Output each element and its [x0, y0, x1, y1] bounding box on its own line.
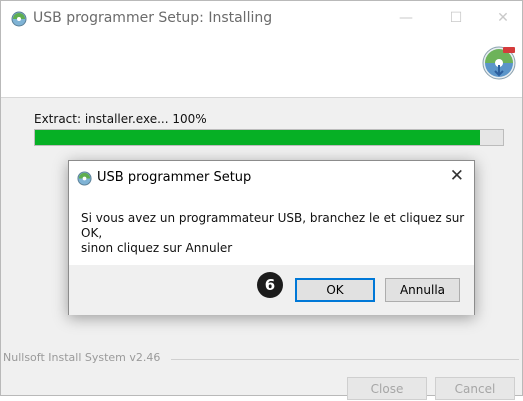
dialog-title: USB programmer Setup	[97, 170, 252, 185]
progress-bar	[34, 129, 504, 146]
nsis-brand-label: Nullsoft Install System v2.46	[3, 351, 167, 364]
title-bar: USB programmer Setup: Installing — ☐ ✕	[1, 1, 522, 37]
step-number-badge: 6	[257, 272, 283, 298]
annulla-button[interactable]: Annulla	[385, 278, 460, 302]
cancel-button[interactable]: Cancel	[435, 377, 515, 400]
installer-disc-icon	[11, 11, 27, 27]
close-window-button[interactable]: ✕	[493, 8, 513, 28]
dialog-button-bar: 6 OK Annulla	[69, 265, 474, 315]
footer-divider	[171, 359, 519, 360]
installer-disc-icon	[77, 171, 92, 186]
dialog-message-line2: sinon cliquez sur Annuler	[81, 241, 233, 255]
progress-bar-fill	[35, 130, 480, 145]
extract-status-text: Extract: installer.exe... 100%	[34, 112, 207, 126]
close-button[interactable]: Close	[347, 377, 427, 400]
ok-button[interactable]: OK	[295, 278, 375, 302]
dialog-close-icon[interactable]: ✕	[450, 166, 464, 186]
window-title: USB programmer Setup: Installing	[33, 10, 273, 26]
dialog-message: Si vous avez un programmateur USB, branc…	[81, 211, 466, 256]
dialog-message-line1: Si vous avez un programmateur USB, branc…	[81, 211, 465, 240]
maximize-button[interactable]: ☐	[446, 8, 466, 28]
minimize-button[interactable]: —	[396, 8, 416, 28]
message-dialog: USB programmer Setup ✕ Si vous avez un p…	[68, 160, 475, 315]
header-panel	[1, 37, 522, 98]
installer-disc-icon	[482, 46, 516, 80]
